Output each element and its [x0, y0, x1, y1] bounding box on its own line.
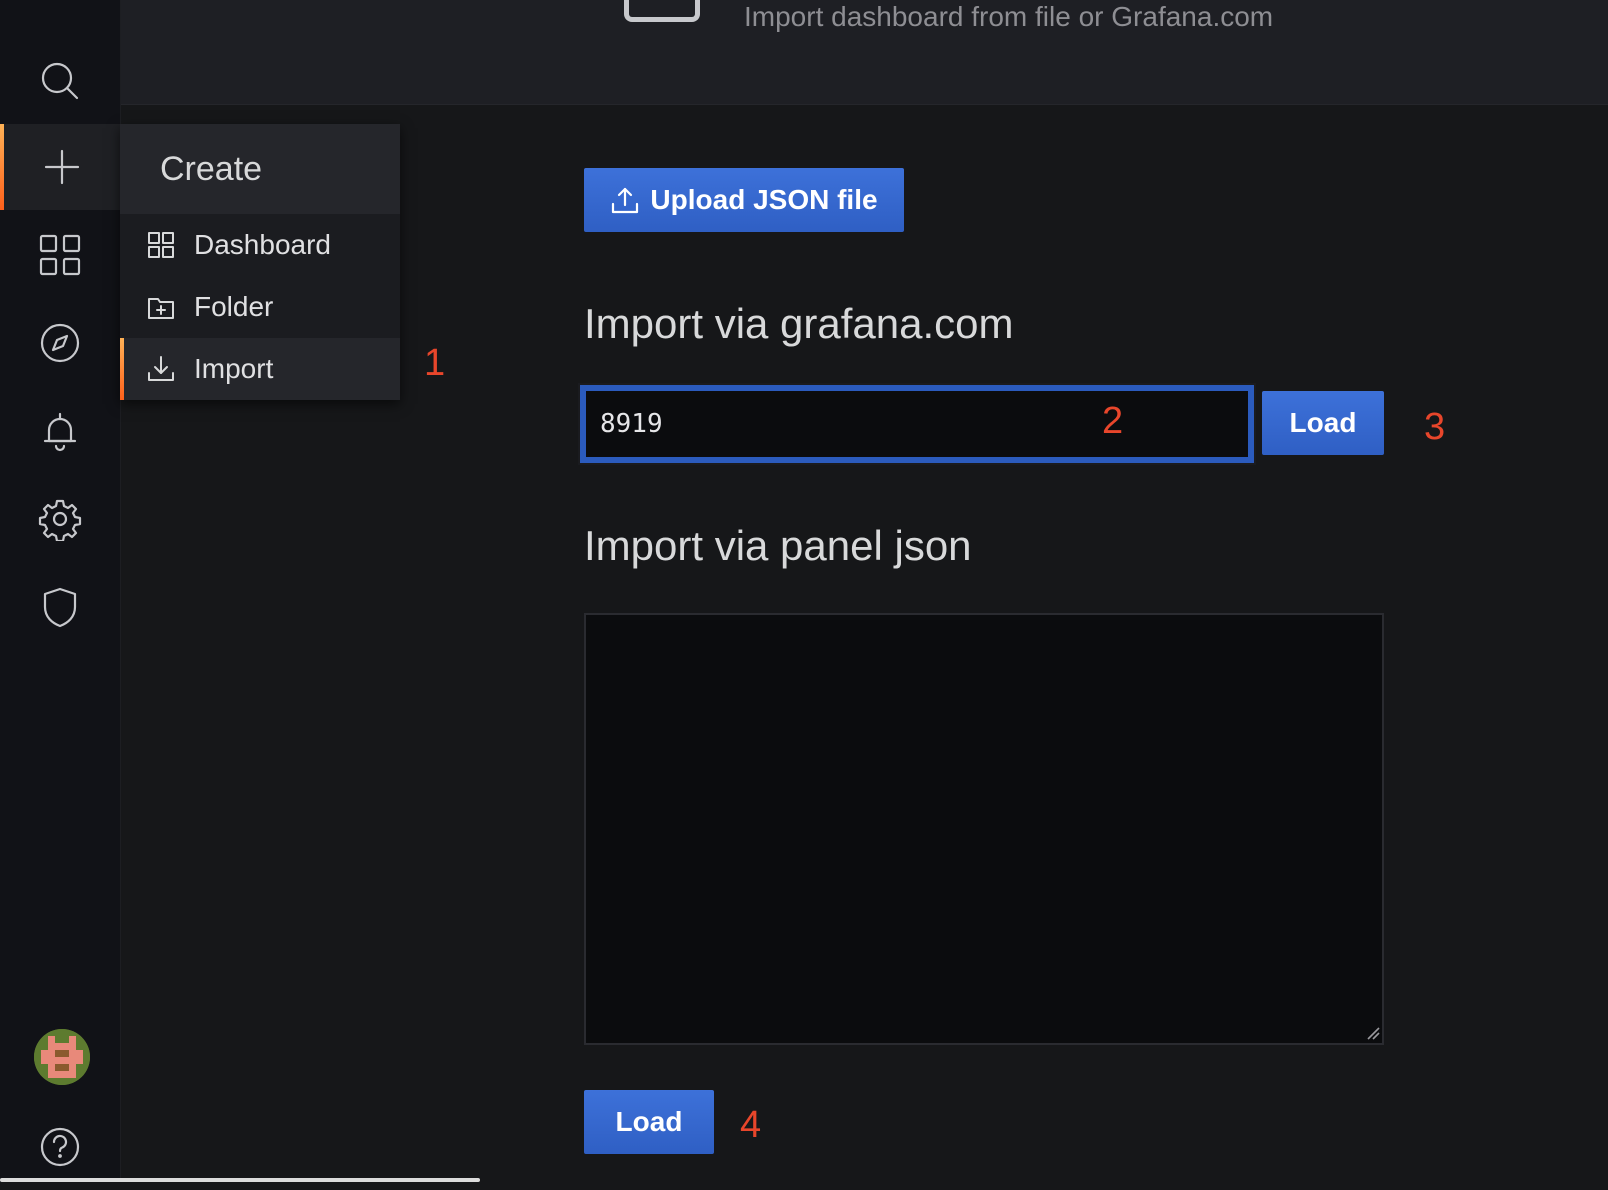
upload-icon [612, 187, 639, 214]
panel-json-textarea[interactable] [584, 613, 1384, 1045]
annotation-1: 1 [424, 342, 446, 384]
dashboards-icon[interactable] [0, 212, 120, 298]
horizontal-scrollbar[interactable] [0, 1178, 480, 1182]
annotation-4: 4 [740, 1104, 762, 1146]
dashboard-grid-icon [148, 232, 174, 258]
import-page-icon [624, 0, 700, 22]
upload-json-button[interactable]: Upload JSON file [584, 168, 904, 232]
plus-icon[interactable] [0, 124, 120, 210]
panel-json-heading: Import via panel json [584, 522, 972, 569]
gear-icon[interactable] [0, 476, 120, 562]
menu-item-folder[interactable]: Folder [120, 276, 400, 338]
annotation-2: 2 [1102, 400, 1124, 442]
menu-item-label: Folder [194, 291, 274, 322]
compass-icon[interactable] [0, 300, 120, 386]
panel-json-load-button[interactable]: Load [584, 1090, 714, 1154]
page-subtitle: Import dashboard from file or Grafana.co… [744, 1, 1274, 32]
grafana-com-heading: Import via grafana.com [584, 300, 1014, 347]
bell-icon[interactable] [0, 388, 120, 474]
folder-plus-icon [148, 298, 174, 319]
menu-item-dashboard[interactable]: Dashboard [120, 214, 400, 276]
menu-item-label: Dashboard [194, 229, 331, 260]
sidebar [0, 0, 121, 1182]
grafana-id-input[interactable] [578, 383, 1256, 465]
shield-icon[interactable] [0, 564, 120, 650]
annotation-3: 3 [1424, 406, 1446, 448]
create-menu-header: Create [120, 124, 400, 214]
menu-item-label: Import [194, 353, 274, 384]
upload-json-label: Upload JSON file [650, 184, 878, 215]
grafana-load-button[interactable]: Load [1262, 391, 1384, 455]
create-menu: Create Dashboard Folder Import [120, 124, 400, 400]
resize-grip-icon[interactable] [1366, 1026, 1380, 1040]
avatar[interactable] [34, 1029, 90, 1085]
search-icon[interactable] [0, 38, 120, 124]
page-header: Import dashboard from file or Grafana.co… [121, 0, 1608, 105]
download-icon [148, 356, 174, 381]
menu-item-import[interactable]: Import [120, 338, 400, 400]
